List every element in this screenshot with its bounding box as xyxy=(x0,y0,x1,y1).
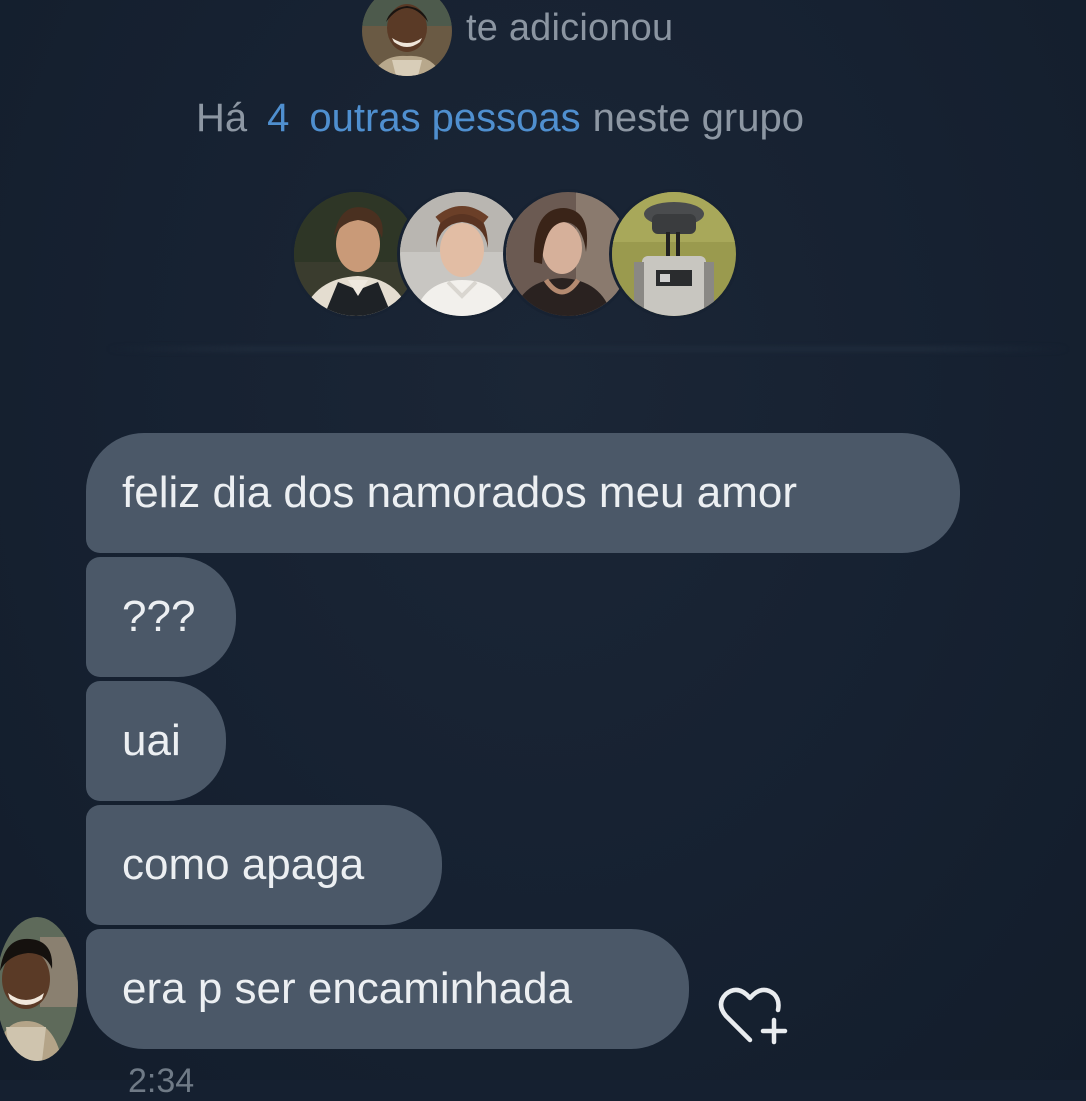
section-divider xyxy=(108,346,1068,352)
group-info-line: Há 4 outras pessoas neste grupo xyxy=(196,96,804,141)
member-count: 4 xyxy=(267,96,290,140)
info-prefix: Há xyxy=(196,96,248,140)
message-text: uai xyxy=(122,716,181,765)
message-text: ??? xyxy=(122,592,196,641)
heart-plus-icon[interactable] xyxy=(718,982,792,1046)
message-text: feliz dia dos namorados meu amor xyxy=(122,468,797,517)
message-text: como apaga xyxy=(122,840,365,889)
added-you-notice: te adicionou xyxy=(362,0,673,76)
adder-avatar[interactable] xyxy=(362,0,452,76)
message-text: era p ser encaminhada xyxy=(122,964,573,1013)
group-member-avatars xyxy=(294,192,736,316)
message-timestamp: 2:34 xyxy=(128,1062,195,1100)
other-people-link[interactable]: outras pessoas xyxy=(309,96,580,140)
message-bubble[interactable]: uai xyxy=(86,681,226,801)
info-suffix: neste grupo xyxy=(592,96,804,140)
sender-avatar[interactable] xyxy=(0,917,78,1061)
message-bubble[interactable]: como apaga xyxy=(86,805,442,925)
chat-screen: te adicionou Há 4 outras pessoas neste grup… xyxy=(0,0,1086,1100)
message-bubble[interactable]: ??? xyxy=(86,557,236,677)
added-you-text: te adicionou xyxy=(466,6,674,49)
message-bubble[interactable]: era p ser encaminhada xyxy=(86,929,689,1049)
member-avatar-droid[interactable] xyxy=(612,192,736,316)
message-bubble[interactable]: feliz dia dos namorados meu amor xyxy=(86,433,960,553)
